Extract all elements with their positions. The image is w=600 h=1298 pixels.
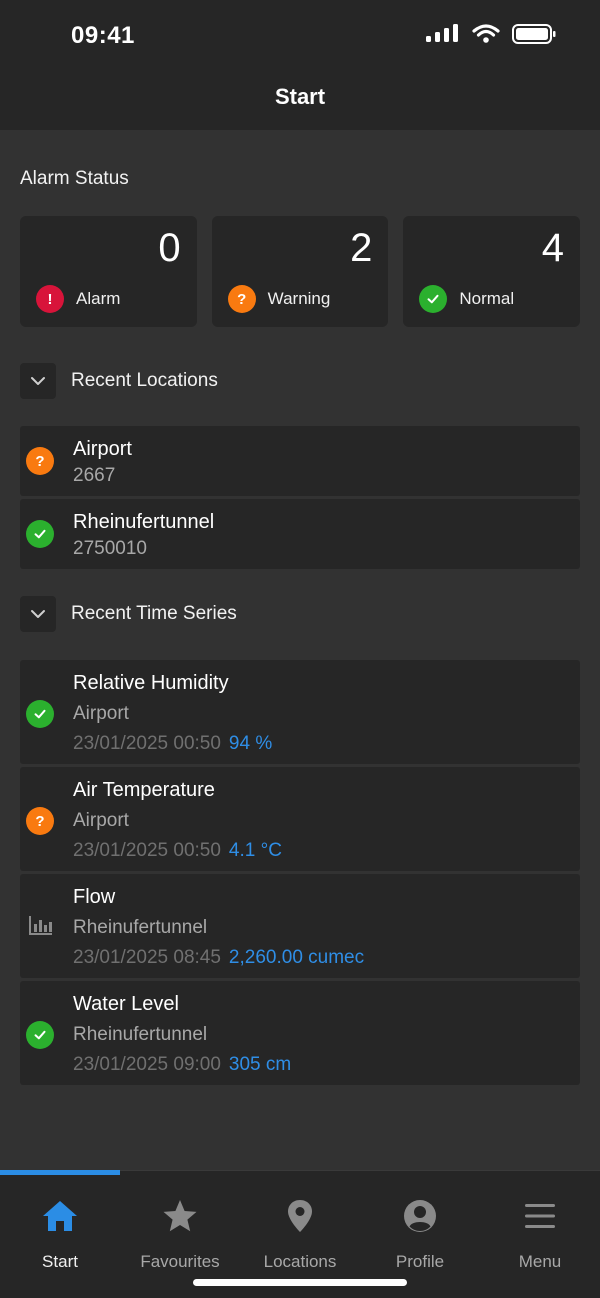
profile-icon — [403, 1199, 437, 1238]
status-icons — [426, 24, 556, 49]
chevron-down-icon[interactable] — [20, 596, 56, 632]
nav-item-favourites[interactable]: Favourites — [120, 1199, 240, 1272]
warning-count: 2 — [350, 226, 373, 270]
battery-icon — [512, 24, 556, 49]
alarm-status-icon: ! — [36, 285, 64, 313]
warning-status-icon: ? — [227, 285, 256, 313]
normal-label-row: Normal — [419, 285, 514, 313]
nav-label-locations: Locations — [263, 1252, 337, 1271]
time-series-location: Airport — [73, 703, 129, 724]
time-series-item[interactable]: ? Air Temperature Airport 23/01/2025 00:… — [20, 767, 580, 871]
time-series-value: 305 cm — [228, 1054, 292, 1075]
time-series-item[interactable]: Relative Humidity Airport 23/01/2025 00:… — [20, 660, 580, 764]
recent-time-series-title: Recent Time Series — [71, 603, 237, 624]
active-tab-indicator — [0, 1170, 120, 1175]
recent-locations-toggle[interactable]: Recent Locations — [20, 363, 218, 399]
time-series-value: 2,260.00 cumec — [228, 947, 365, 968]
location-item[interactable]: Rheinufertunnel 2750010 — [20, 499, 580, 569]
time-series-name: Water Level — [73, 993, 179, 1015]
warning-card[interactable]: 2 ? Warning — [211, 216, 389, 327]
time-series-name: Relative Humidity — [73, 672, 229, 694]
time-series-meta: 23/01/2025 00:50 94 % — [73, 733, 272, 755]
time-series-timestamp: 23/01/2025 09:00 — [73, 1054, 221, 1075]
normal-status-icon — [419, 285, 448, 313]
normal-status-icon — [26, 700, 54, 728]
location-id: 2750010 — [73, 538, 147, 559]
time-series-meta: 23/01/2025 00:50 4.1 °C — [73, 840, 282, 862]
nav-label-favourites: Favourites — [140, 1252, 220, 1271]
location-pin-icon — [285, 1199, 315, 1238]
normal-status-icon — [26, 1021, 54, 1049]
nav-item-start[interactable]: Start — [0, 1199, 120, 1272]
status-time: 09:41 — [71, 22, 135, 49]
time-series-name: Air Temperature — [73, 779, 215, 801]
chart-icon — [28, 914, 54, 941]
time-series-meta: 23/01/2025 09:00 305 cm — [73, 1054, 291, 1076]
chevron-down-icon[interactable] — [20, 363, 56, 399]
top-bar: 09:41 Start — [0, 0, 600, 130]
time-series-timestamp: 23/01/2025 00:50 — [73, 840, 221, 861]
alarm-status-title: Alarm Status — [20, 168, 129, 189]
time-series-timestamp: 23/01/2025 00:50 — [73, 733, 221, 754]
recent-time-series-list: Relative Humidity Airport 23/01/2025 00:… — [20, 660, 580, 1088]
warning-status-icon: ? — [26, 807, 54, 835]
recent-locations-list: ? Airport 2667 Rheinufertunnel 2750010 — [20, 426, 580, 572]
location-item[interactable]: ? Airport 2667 — [20, 426, 580, 496]
time-series-location: Rheinufertunnel — [73, 917, 208, 938]
nav-item-locations[interactable]: Locations — [240, 1199, 360, 1272]
nav-label-start: Start — [42, 1252, 78, 1271]
normal-label: Normal — [459, 289, 515, 308]
time-series-value: 4.1 °C — [228, 840, 282, 861]
alarm-count: 0 — [158, 226, 181, 270]
nav-item-profile[interactable]: Profile — [360, 1199, 480, 1272]
time-series-item[interactable]: Water Level Rheinufertunnel 23/01/2025 0… — [20, 981, 580, 1085]
time-series-value: 94 % — [228, 733, 273, 754]
home-icon — [41, 1199, 79, 1238]
recent-locations-title: Recent Locations — [71, 370, 218, 391]
star-icon — [162, 1199, 198, 1238]
location-id: 2667 — [73, 465, 116, 486]
location-name: Rheinufertunnel — [73, 511, 215, 533]
time-series-timestamp: 23/01/2025 08:45 — [73, 947, 221, 968]
menu-icon — [524, 1199, 556, 1238]
time-series-location: Rheinufertunnel — [73, 1024, 208, 1045]
alarm-status-cards: 0 ! Alarm 2 ? Warning 4 Normal — [20, 216, 581, 327]
signal-icon — [426, 24, 460, 49]
warning-status-icon: ? — [26, 447, 54, 475]
alarm-label-row: ! Alarm — [36, 285, 120, 313]
warning-label-row: ? Warning — [227, 285, 331, 313]
recent-time-series-toggle[interactable]: Recent Time Series — [20, 596, 237, 632]
warning-label: Warning — [267, 289, 331, 308]
normal-status-icon — [26, 520, 54, 548]
nav-label-profile: Profile — [395, 1252, 445, 1271]
wifi-icon — [472, 24, 500, 49]
time-series-name: Flow — [73, 886, 116, 908]
normal-count: 4 — [541, 226, 565, 270]
nav-item-menu[interactable]: Menu — [480, 1199, 600, 1272]
time-series-location: Airport — [73, 810, 129, 831]
normal-card[interactable]: 4 Normal — [403, 216, 581, 327]
time-series-item[interactable]: Flow Rheinufertunnel 23/01/2025 08:45 2,2… — [20, 874, 580, 978]
alarm-card[interactable]: 0 ! Alarm — [20, 216, 197, 327]
alarm-label: Alarm — [76, 289, 121, 308]
home-indicator — [193, 1279, 407, 1286]
location-name: Airport — [73, 438, 132, 460]
time-series-meta: 23/01/2025 08:45 2,260.00 cumec — [73, 947, 364, 969]
nav-label-menu: Menu — [518, 1252, 562, 1271]
page-title: Start — [274, 84, 326, 109]
